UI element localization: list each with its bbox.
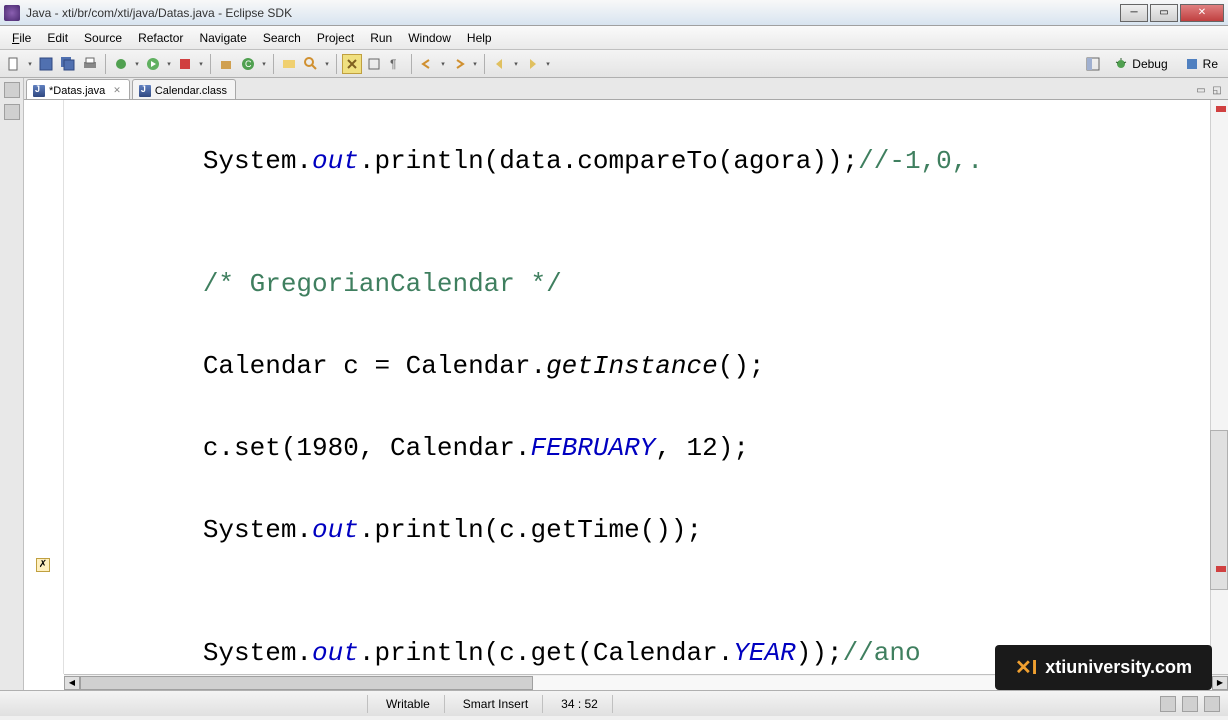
debug-perspective-label: Debug	[1132, 57, 1167, 71]
menubar: File Edit Source Refactor Navigate Searc…	[0, 26, 1228, 50]
menu-edit[interactable]: Edit	[39, 28, 76, 48]
maximize-view-icon[interactable]: ◱	[1210, 85, 1224, 99]
search-button[interactable]	[301, 54, 321, 74]
back-dropdown[interactable]: ▾	[512, 54, 520, 74]
separator	[336, 54, 337, 74]
toolbar: ▾ ▾ ▾ ▾ C ▾ ▾ ¶ ▾ ▾ ▾ ▾ Debug Re	[0, 50, 1228, 78]
titlebar: Java - xti/br/com/xti/java/Datas.java - …	[0, 0, 1228, 26]
save-button[interactable]	[36, 54, 56, 74]
save-all-button[interactable]	[58, 54, 78, 74]
menu-search[interactable]: Search	[255, 28, 309, 48]
status-writable: Writable	[372, 695, 445, 713]
package-explorer-icon[interactable]	[4, 82, 20, 98]
minimize-button[interactable]: ─	[1120, 4, 1148, 22]
editor-area: *Datas.java ✕ Calendar.class ▭ ◱ ✗ Syste…	[24, 78, 1228, 690]
menu-refactor[interactable]: Refactor	[130, 28, 191, 48]
svg-text:¶: ¶	[390, 57, 396, 71]
resource-icon	[1184, 56, 1200, 72]
menu-project[interactable]: Project	[309, 28, 362, 48]
scroll-thumb[interactable]	[80, 676, 533, 690]
window-title: Java - xti/br/com/xti/java/Datas.java - …	[26, 6, 1120, 20]
status-message	[8, 695, 368, 713]
resource-perspective[interactable]: Re	[1178, 54, 1224, 74]
minimize-view-icon[interactable]: ▭	[1194, 85, 1208, 99]
code-ruler[interactable]: ✗	[24, 100, 64, 674]
last-edit-button[interactable]	[417, 54, 437, 74]
ext-tools-dropdown[interactable]: ▾	[197, 54, 205, 74]
new-button[interactable]	[4, 54, 24, 74]
outline-icon[interactable]	[4, 104, 20, 120]
separator	[210, 54, 211, 74]
new-class-button[interactable]: C	[238, 54, 258, 74]
debug-button[interactable]	[111, 54, 131, 74]
forward-dropdown[interactable]: ▾	[544, 54, 552, 74]
status-icon[interactable]	[1204, 696, 1220, 712]
app-icon	[4, 5, 20, 21]
search-dropdown[interactable]: ▾	[323, 54, 331, 74]
toggle-block-button[interactable]	[364, 54, 384, 74]
prev-ann-button[interactable]	[449, 54, 469, 74]
new-class-dropdown[interactable]: ▾	[260, 54, 268, 74]
status-position: 34 : 52	[547, 695, 613, 713]
java-file-icon	[33, 85, 45, 97]
statusbar: Writable Smart Insert 34 : 52	[0, 690, 1228, 716]
next-ann-dropdown[interactable]: ▾	[439, 54, 447, 74]
open-perspective-button[interactable]	[1083, 54, 1103, 74]
watermark-logo-icon: ✕I	[1015, 655, 1037, 680]
tab-calendar[interactable]: Calendar.class	[132, 79, 236, 99]
open-type-button[interactable]	[279, 54, 299, 74]
separator	[484, 54, 485, 74]
tab-label: Calendar.class	[155, 85, 227, 97]
separator	[411, 54, 412, 74]
maximize-button[interactable]: ▭	[1150, 4, 1178, 22]
new-package-button[interactable]	[216, 54, 236, 74]
resource-perspective-label: Re	[1203, 57, 1218, 71]
menu-file[interactable]: File	[4, 28, 39, 48]
tab-datas[interactable]: *Datas.java ✕	[26, 79, 130, 99]
run-dropdown[interactable]: ▾	[165, 54, 173, 74]
close-button[interactable]: ✕	[1180, 4, 1224, 22]
back-button[interactable]	[490, 54, 510, 74]
prev-ann-dropdown[interactable]: ▾	[471, 54, 479, 74]
overview-ruler[interactable]	[1210, 100, 1228, 674]
tab-close-icon[interactable]: ✕	[113, 85, 121, 96]
run-button[interactable]	[143, 54, 163, 74]
toggle-mark-button[interactable]	[342, 54, 362, 74]
separator	[105, 54, 106, 74]
menu-navigate[interactable]: Navigate	[191, 28, 254, 48]
status-icon[interactable]	[1182, 696, 1198, 712]
svg-text:C: C	[245, 59, 252, 69]
menu-source[interactable]: Source	[76, 28, 130, 48]
watermark: ✕I xtiuniversity.com	[995, 645, 1212, 690]
class-file-icon	[139, 85, 151, 97]
debug-perspective[interactable]: Debug	[1107, 54, 1173, 74]
ext-tools-button[interactable]	[175, 54, 195, 74]
editor-tabs: *Datas.java ✕ Calendar.class ▭ ◱	[24, 78, 1228, 100]
separator	[273, 54, 274, 74]
status-icon[interactable]	[1160, 696, 1176, 712]
scroll-right-button[interactable]: ▶	[1212, 676, 1228, 690]
left-view-stack	[0, 78, 24, 690]
menu-run[interactable]: Run	[362, 28, 400, 48]
scroll-left-button[interactable]: ◀	[64, 676, 80, 690]
toggle-ws-button[interactable]: ¶	[386, 54, 406, 74]
code-editor[interactable]: System.out.println(data.compareTo(agora)…	[64, 100, 1210, 674]
error-marker-icon[interactable]: ✗	[36, 558, 50, 572]
error-mark[interactable]	[1216, 566, 1226, 572]
debug-dropdown[interactable]: ▾	[133, 54, 141, 74]
bug-icon	[1113, 56, 1129, 72]
forward-button[interactable]	[522, 54, 542, 74]
watermark-text: xtiuniversity.com	[1045, 657, 1192, 678]
menu-window[interactable]: Window	[400, 28, 459, 48]
menu-help[interactable]: Help	[459, 28, 500, 48]
status-insert: Smart Insert	[449, 695, 543, 713]
error-mark[interactable]	[1216, 106, 1226, 112]
print-button[interactable]	[80, 54, 100, 74]
tab-label: *Datas.java	[49, 85, 105, 97]
new-dropdown[interactable]: ▾	[26, 54, 34, 74]
